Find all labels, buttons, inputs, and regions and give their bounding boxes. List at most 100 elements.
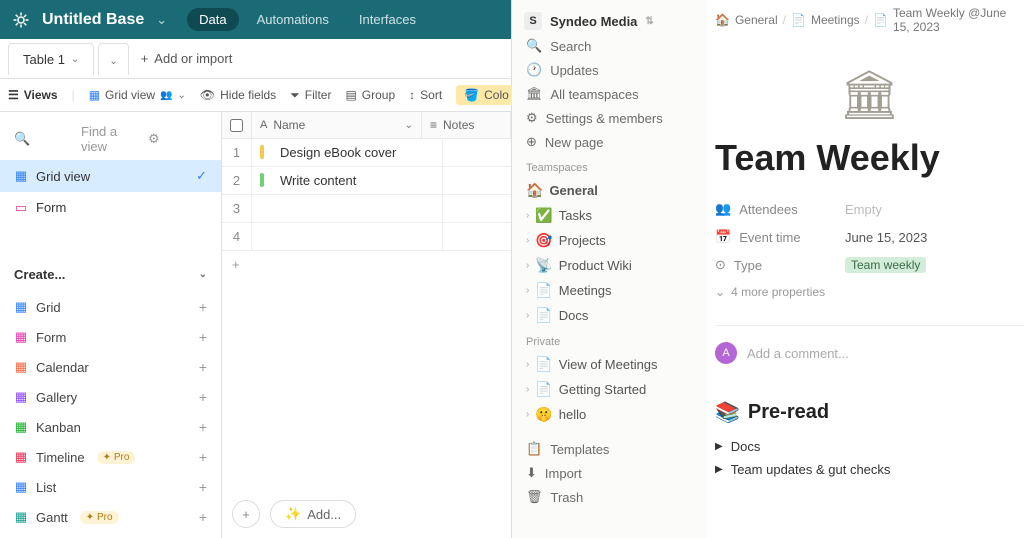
column-name[interactable]: A Name⌄ — [252, 112, 422, 138]
table-extra-dropdown[interactable]: ⌄ — [98, 43, 128, 75]
cell-name[interactable] — [272, 223, 442, 250]
group-button[interactable]: ▤ Group — [345, 88, 395, 102]
tab-data[interactable]: Data — [187, 8, 238, 31]
add-comment[interactable]: A Add a comment... — [715, 336, 1024, 370]
table-row[interactable]: 3 — [222, 195, 511, 223]
toggle-icon[interactable]: › — [526, 235, 529, 246]
create-kanban[interactable]: ▦Kanban+ — [0, 412, 221, 442]
toggle-docs[interactable]: ▶Docs — [715, 435, 1024, 458]
more-properties[interactable]: ⌄4 more properties — [715, 279, 1024, 305]
breadcrumb-item[interactable]: Team Weekly @June 15, 2023 — [893, 6, 1024, 34]
chevron-down-icon[interactable]: ⌄ — [156, 12, 167, 28]
plus-icon[interactable]: + — [199, 449, 207, 465]
add-menu-button[interactable]: ✨Add... — [270, 500, 356, 528]
breadcrumb-item[interactable]: General — [735, 13, 778, 27]
page-tasks[interactable]: ›✅Tasks — [516, 203, 703, 228]
nav-trash[interactable]: 🗑Trash — [516, 485, 703, 509]
page-icon-hero[interactable]: 🏛 — [715, 36, 1024, 133]
plus-icon[interactable]: + — [199, 329, 207, 345]
toggle-icon[interactable]: › — [526, 260, 529, 271]
grid-view-button[interactable]: ▦ Grid view 👥 ⌄ — [89, 88, 186, 102]
toggle-icon[interactable]: › — [526, 359, 529, 370]
create-list[interactable]: ▦List+ — [0, 472, 221, 502]
views-button[interactable]: ☰ Views — [8, 88, 58, 102]
teamspace-general[interactable]: 🏠General — [516, 178, 703, 203]
tab-automations[interactable]: Automations — [245, 8, 341, 31]
cell-notes[interactable] — [442, 139, 511, 166]
table-row[interactable]: 1Design eBook cover — [222, 139, 511, 167]
nav-teamspaces[interactable]: 🏛All teamspaces — [516, 82, 703, 106]
base-title[interactable]: Untitled Base — [42, 11, 144, 29]
color-button[interactable]: 🪣 Colo — [456, 85, 517, 105]
page-meetings[interactable]: ›📄Meetings — [516, 278, 703, 303]
add-record-button[interactable]: + — [232, 500, 260, 528]
toggle-icon[interactable]: › — [526, 409, 529, 420]
cell-name[interactable] — [272, 195, 442, 222]
sidebar-view-grid[interactable]: ▦ Grid view ✓ — [0, 160, 221, 192]
cell-notes[interactable] — [442, 167, 511, 194]
add-or-import-button[interactable]: + Add or import — [141, 51, 233, 66]
table-row[interactable]: 4 — [222, 223, 511, 251]
page-projects[interactable]: ›🎯Projects — [516, 228, 703, 253]
plus-icon[interactable]: + — [199, 389, 207, 405]
cell-notes[interactable] — [442, 195, 511, 222]
page-title[interactable]: Team Weekly — [715, 133, 1024, 195]
toggle-team-updates[interactable]: ▶Team updates & gut checks — [715, 458, 1024, 481]
divider — [715, 325, 1024, 326]
row-num: 3 — [222, 195, 252, 222]
nav-settings[interactable]: ⚙Settings & members — [516, 106, 703, 130]
sidebar-view-form[interactable]: ▭ Form — [0, 192, 221, 223]
create-grid[interactable]: ▦Grid+ — [0, 292, 221, 322]
plus-icon[interactable]: + — [199, 359, 207, 375]
prop-event-time[interactable]: 📅Event time June 15, 2023 — [715, 223, 1024, 251]
table-row[interactable]: 2Write content — [222, 167, 511, 195]
workspace-icon: S — [524, 12, 542, 30]
column-notes[interactable]: ≡ Notes — [422, 112, 511, 138]
cell-name[interactable]: Write content — [272, 167, 442, 194]
prop-attendees[interactable]: 👥Attendees Empty — [715, 195, 1024, 223]
heading-preread[interactable]: 📚Pre-read — [715, 390, 1024, 435]
find-view-search[interactable]: 🔍 Find a view ⚙ — [0, 118, 221, 160]
create-timeline[interactable]: ▦Timeline✦ Pro+ — [0, 442, 221, 472]
nav-import[interactable]: ⬇Import — [516, 461, 703, 485]
page-view-of-meetings[interactable]: ›📄View of Meetings — [516, 352, 703, 377]
table-tab[interactable]: Table 1 ⌄ — [8, 43, 94, 75]
filter-button[interactable]: ⏷ Filter — [290, 88, 331, 103]
toggle-icon[interactable]: › — [526, 384, 529, 395]
page-properties: 👥Attendees Empty 📅Event time June 15, 20… — [715, 195, 1024, 315]
toggle-icon[interactable]: › — [526, 210, 529, 221]
cell-name[interactable]: Design eBook cover — [272, 139, 442, 166]
toggle-icon[interactable]: › — [526, 285, 529, 296]
page-hello[interactable]: ›🤫hello — [516, 402, 703, 427]
create-section[interactable]: Create... ⌄ — [0, 257, 221, 292]
workspace-switcher[interactable]: S Syndeo Media ⇅ — [516, 8, 703, 34]
checkbox[interactable] — [230, 119, 243, 132]
page-product-wiki[interactable]: ›📡Product Wiki — [516, 253, 703, 278]
plus-icon[interactable]: + — [199, 479, 207, 495]
create-gallery[interactable]: ▦Gallery+ — [0, 382, 221, 412]
nav-new-page[interactable]: ⊕New page — [516, 130, 703, 154]
nav-search[interactable]: 🔍Search — [516, 34, 703, 58]
create-form[interactable]: ▦Form+ — [0, 322, 221, 352]
view-type-icon: ▦ — [14, 390, 28, 404]
hide-fields-button[interactable]: 👁 Hide fields — [200, 88, 276, 102]
gear-icon: ⚙ — [526, 110, 538, 126]
create-gantt[interactable]: ▦Gantt✦ Pro+ — [0, 502, 221, 532]
breadcrumb-item[interactable]: Meetings — [811, 13, 860, 27]
plus-icon[interactable]: + — [199, 419, 207, 435]
cell-notes[interactable] — [442, 223, 511, 250]
tab-interfaces[interactable]: Interfaces — [347, 8, 428, 31]
sort-button[interactable]: ↕ Sort — [409, 88, 442, 102]
create-calendar[interactable]: ▦Calendar+ — [0, 352, 221, 382]
prop-type[interactable]: ⊙Type Team weekly — [715, 251, 1024, 279]
nav-updates[interactable]: 🕐Updates — [516, 58, 703, 82]
select-all[interactable] — [222, 112, 252, 138]
page-docs[interactable]: ›📄Docs — [516, 303, 703, 328]
page-getting-started[interactable]: ›📄Getting Started — [516, 377, 703, 402]
add-row[interactable]: + — [222, 251, 511, 278]
nav-templates[interactable]: 📋Templates — [516, 437, 703, 461]
gear-icon[interactable]: ⚙ — [148, 131, 207, 147]
toggle-icon[interactable]: › — [526, 310, 529, 321]
plus-icon[interactable]: + — [199, 299, 207, 315]
plus-icon[interactable]: + — [199, 509, 207, 525]
